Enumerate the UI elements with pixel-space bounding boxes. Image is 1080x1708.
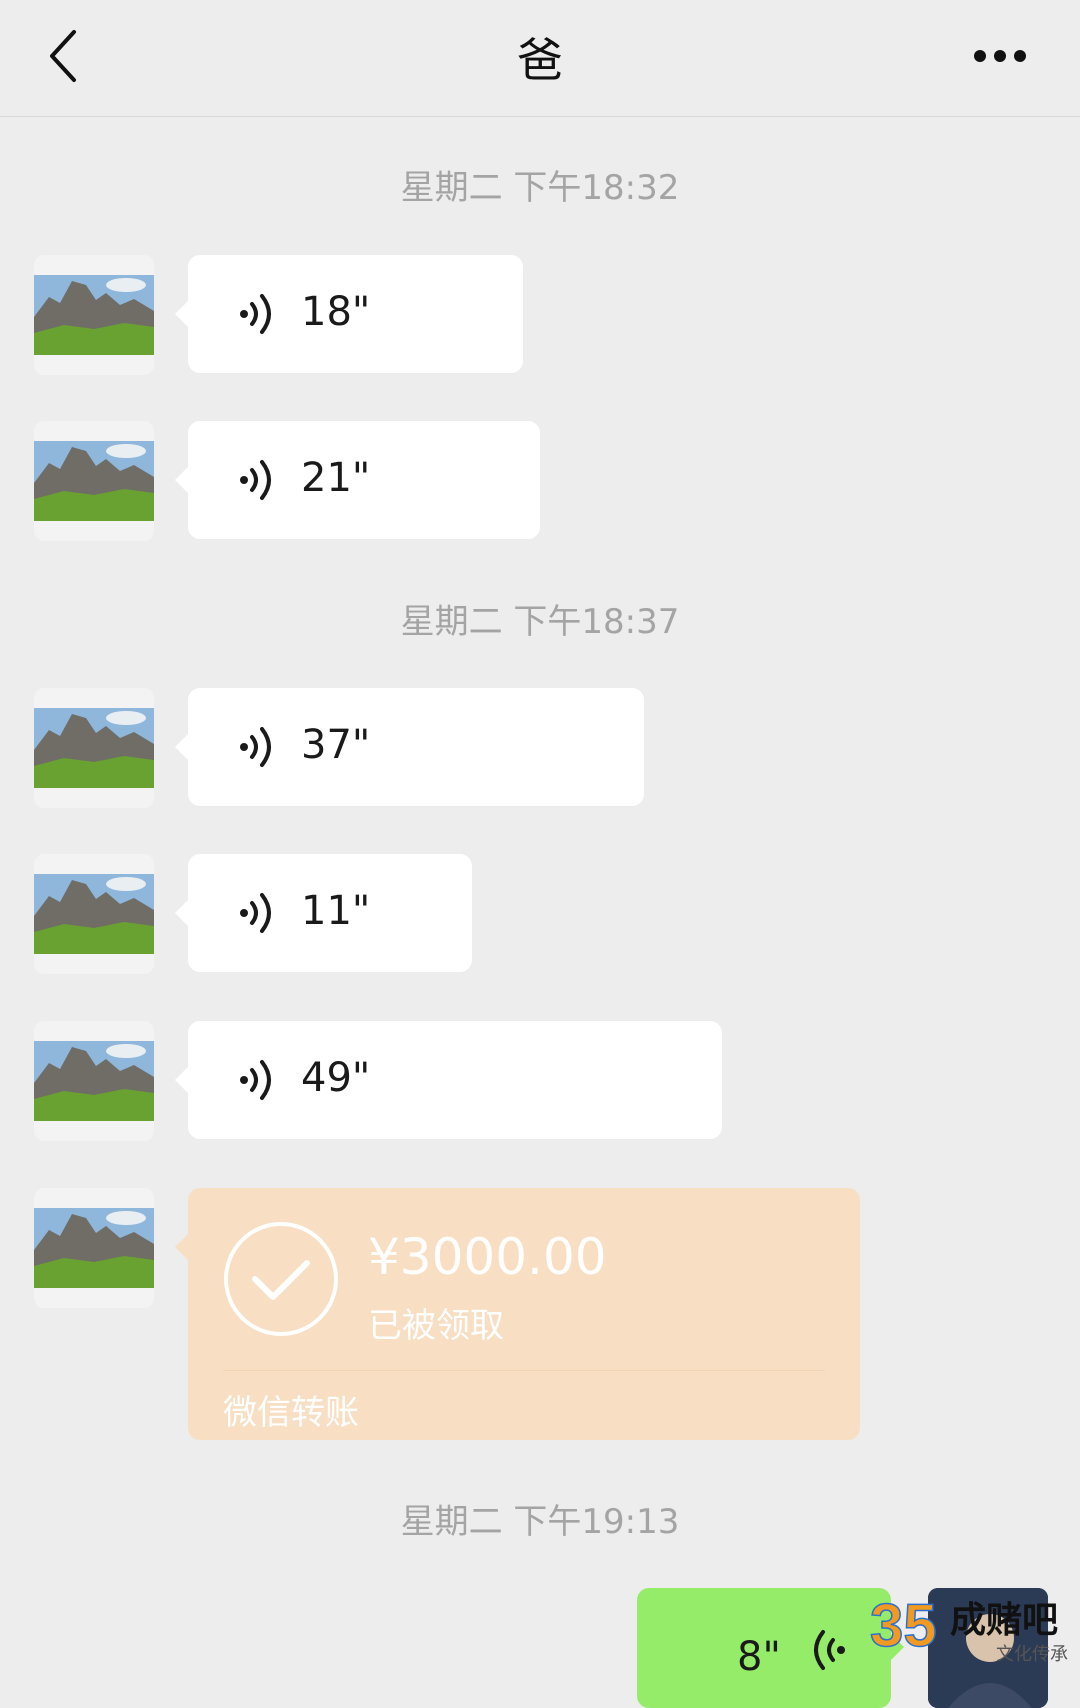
voice-duration: 11" — [301, 888, 371, 934]
watermark-tagline: 文化传承 — [996, 1644, 1068, 1665]
transfer-amount: ¥3000.00 — [368, 1228, 607, 1286]
chat-header: 爸 — [0, 0, 1080, 117]
watermark-brand: 成赌吧 — [950, 1600, 1058, 1641]
timestamp: 星期二 下午18:37 — [400, 602, 680, 642]
voice-message[interactable]: 21" — [175, 421, 540, 539]
site-watermark: 35 成赌吧 文化传承 — [868, 1588, 1080, 1666]
my-voice-message[interactable]: 8" — [637, 1588, 904, 1708]
divider — [223, 1370, 825, 1371]
mountain-photo-icon — [34, 441, 154, 521]
voice-wave-icon — [240, 460, 271, 500]
mountain-photo-icon — [34, 275, 154, 355]
contact-avatar[interactable] — [34, 1188, 154, 1308]
chat-title: 爸 — [517, 33, 563, 87]
voice-message[interactable]: 49" — [175, 1021, 722, 1139]
voice-duration: 49" — [301, 1055, 371, 1101]
mountain-photo-icon — [34, 1041, 154, 1121]
transfer-footer-label: 微信转账 — [223, 1393, 359, 1433]
mountain-photo-icon — [34, 1208, 154, 1288]
voice-wave-icon — [240, 893, 271, 933]
mountain-photo-icon — [34, 874, 154, 954]
contact-avatar[interactable] — [34, 688, 154, 808]
voice-wave-icon — [240, 1060, 271, 1100]
voice-message[interactable]: 11" — [175, 854, 472, 972]
voice-duration: 37" — [301, 722, 371, 768]
voice-duration: 8" — [737, 1634, 781, 1680]
voice-wave-icon — [814, 1630, 845, 1670]
voice-message[interactable]: 18" — [175, 255, 523, 373]
more-button[interactable] — [960, 20, 1040, 92]
voice-duration: 18" — [301, 289, 371, 335]
transfer-card[interactable]: ¥3000.00 已被领取 微信转账 — [175, 1188, 860, 1440]
check-circle-icon — [224, 1222, 338, 1336]
timestamp: 星期二 下午19:13 — [400, 1502, 680, 1542]
voice-wave-icon — [240, 727, 271, 767]
watermark-number: 35 — [870, 1592, 937, 1659]
voice-wave-icon — [240, 294, 271, 334]
timestamp: 星期二 下午18:32 — [400, 168, 680, 208]
voice-duration: 21" — [301, 455, 371, 501]
transfer-status: 已被领取 — [368, 1306, 504, 1346]
ellipsis-icon — [974, 50, 1026, 62]
mountain-photo-icon — [34, 708, 154, 788]
voice-message[interactable]: 37" — [175, 688, 644, 806]
contact-avatar[interactable] — [34, 255, 154, 375]
contact-avatar[interactable] — [34, 421, 154, 541]
contact-avatar[interactable] — [34, 1021, 154, 1141]
contact-avatar[interactable] — [34, 854, 154, 974]
